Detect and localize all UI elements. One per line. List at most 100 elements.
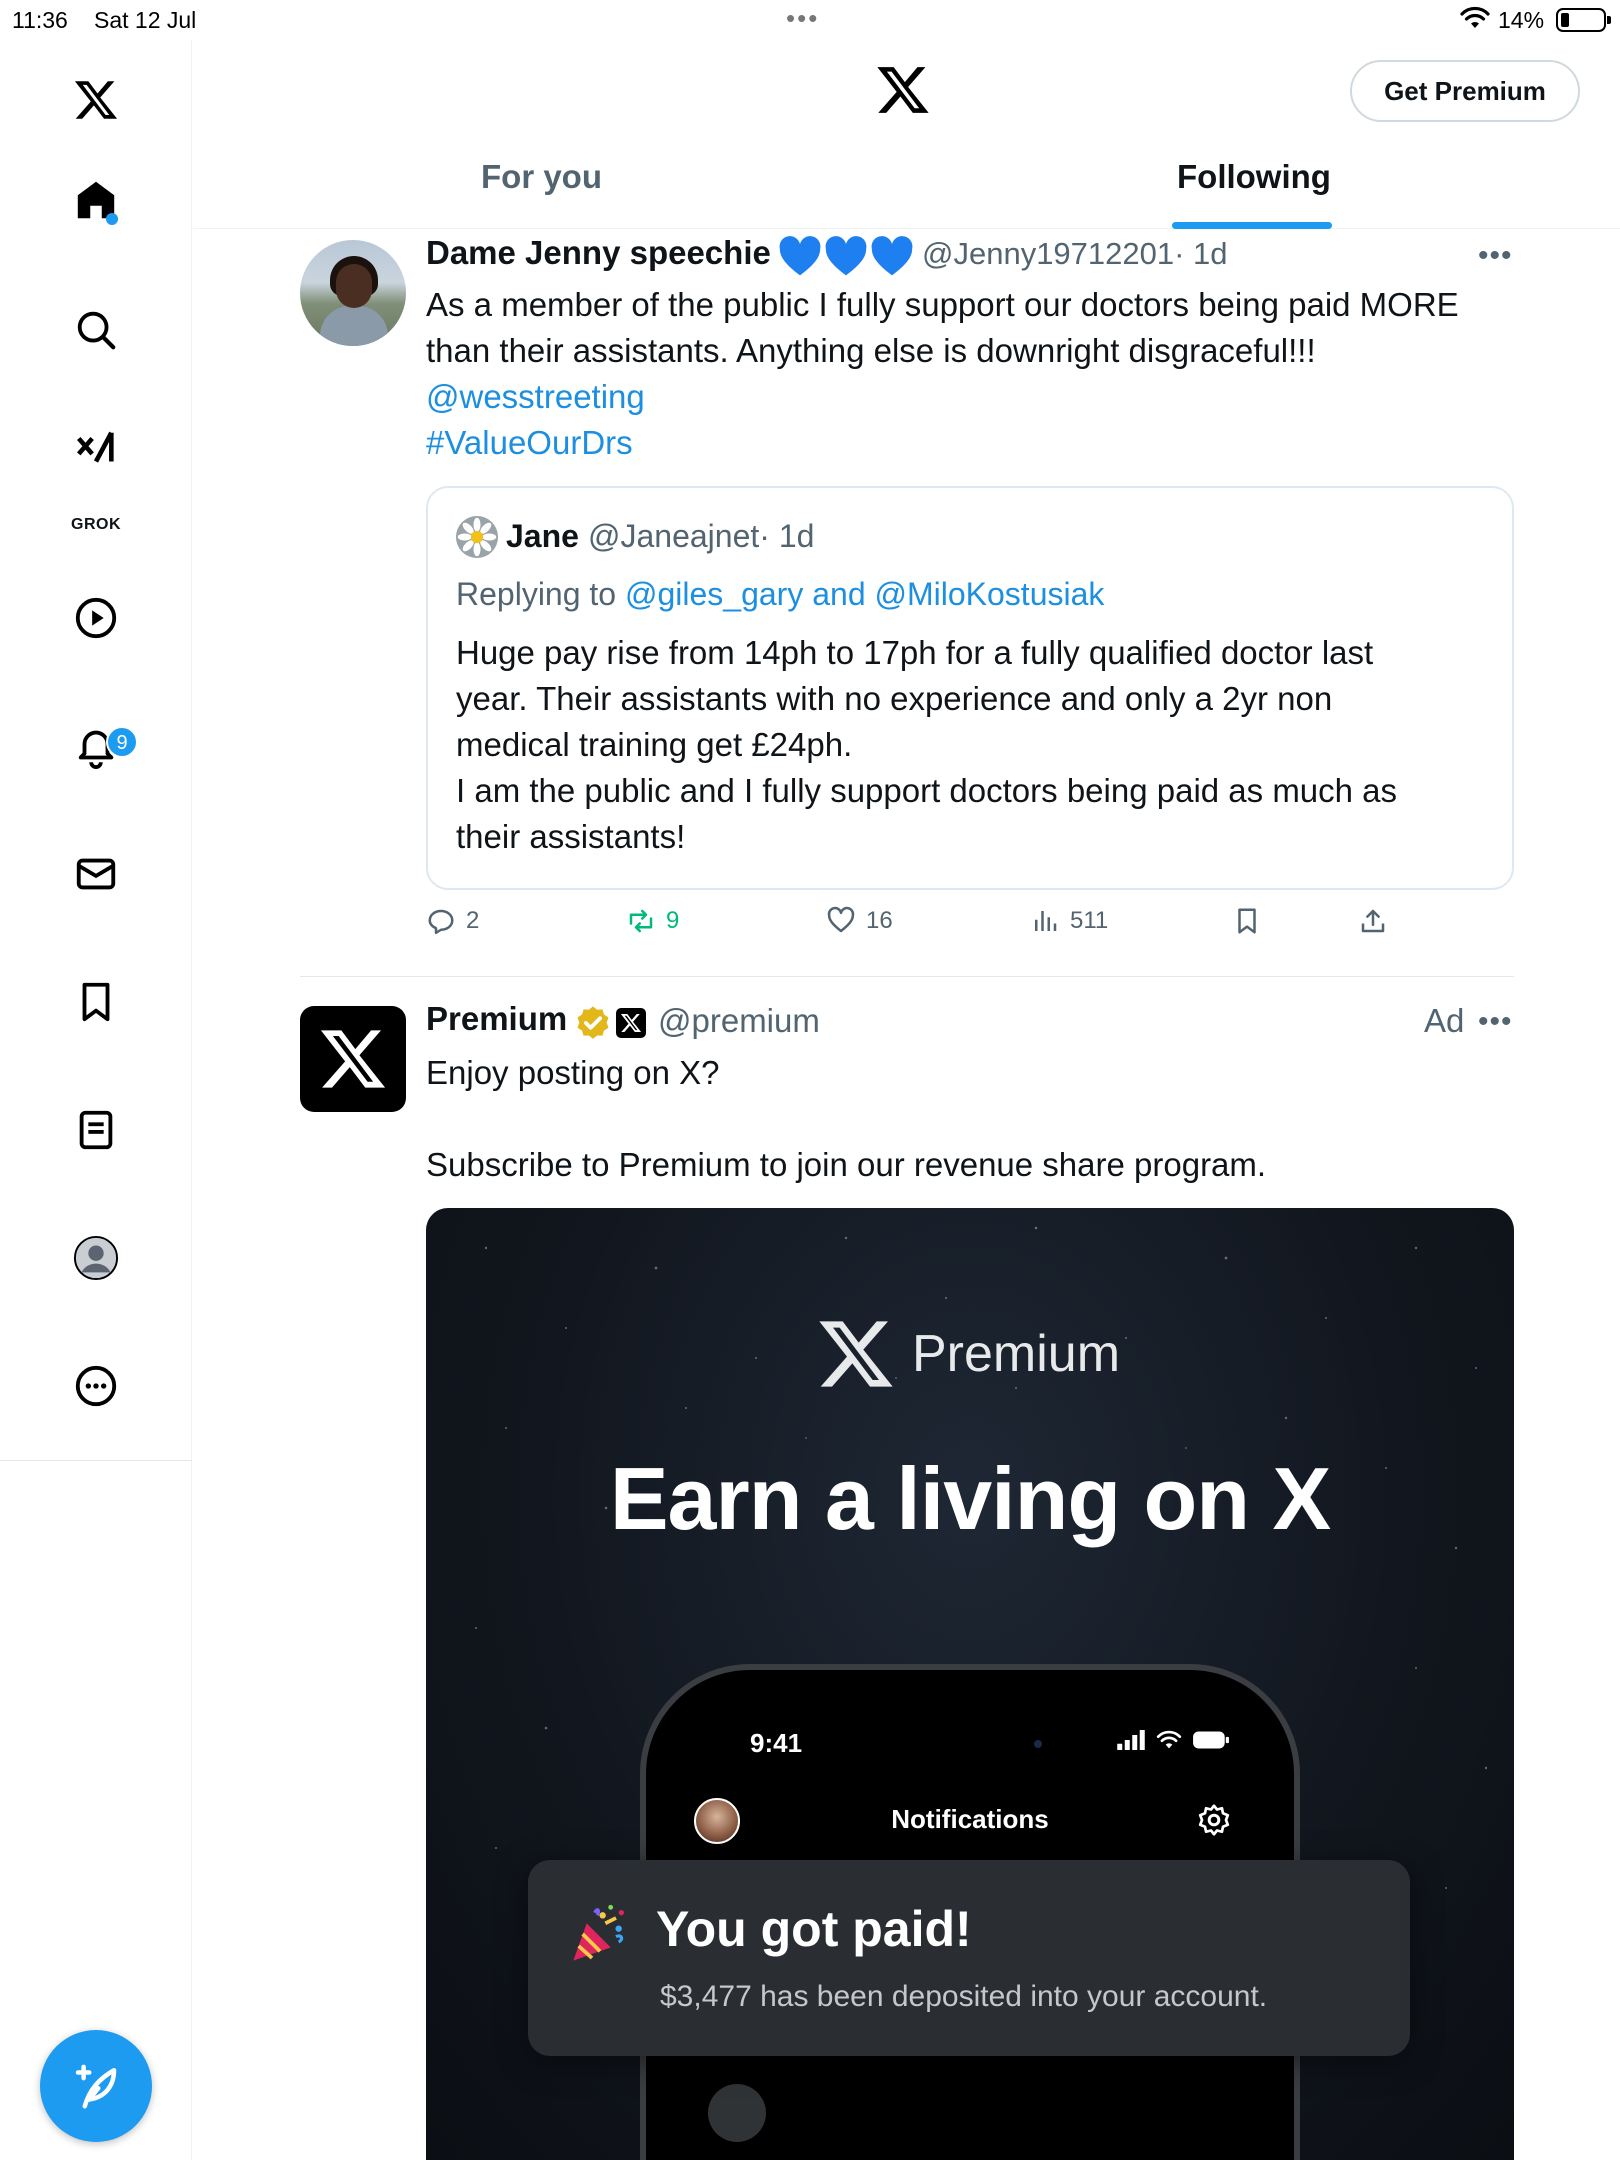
quoted-text-line: medical training get £24ph. <box>456 726 853 763</box>
blue-heart-icon <box>871 236 913 276</box>
tweet-author-handle[interactable]: @Jenny19712201· 1d <box>922 236 1228 272</box>
toast-title: You got paid! <box>656 1901 972 1957</box>
daisy-avatar-icon <box>456 516 498 558</box>
gear-icon <box>1198 1804 1230 1836</box>
tweet-text-line: As a member of the public I fully suppor… <box>426 286 1459 323</box>
compose-button[interactable] <box>40 2030 152 2142</box>
more-icon[interactable] <box>66 1356 126 1416</box>
party-popper-icon <box>573 1904 624 1961</box>
messages-mail-icon[interactable] <box>66 844 126 904</box>
tweet-author-name[interactable]: Premium <box>426 1000 567 1038</box>
wifi-icon <box>1156 1730 1182 1749</box>
quoted-text-line: I am the public and I fully support doct… <box>456 772 1398 809</box>
more-options-icon[interactable]: ••• <box>1478 1007 1513 1037</box>
battery-icon <box>1193 1731 1229 1749</box>
active-tab-indicator <box>1172 222 1332 229</box>
quoted-text-line: year. Their assistants with no experienc… <box>456 680 1333 717</box>
x-logo-icon[interactable] <box>66 70 126 130</box>
quoted-handle-text: @Janeajnet <box>588 518 760 554</box>
avatar[interactable] <box>300 240 406 346</box>
lists-icon[interactable] <box>66 1100 126 1160</box>
avatar[interactable] <box>300 1006 406 1112</box>
status-date: Sat 12 Jul <box>94 7 197 33</box>
tweet-author-name[interactable]: Dame Jenny speechie <box>426 234 771 272</box>
replying-to-line: Replying to @giles_gary and @MiloKostusi… <box>456 576 1104 613</box>
ad-headline: Earn a living on X <box>609 1449 1331 1548</box>
video-play-icon[interactable] <box>66 588 126 648</box>
premium-brand-label: Premium <box>912 1325 1121 1383</box>
tweet-text-line: Subscribe to Premium to join our revenue… <box>426 1146 1267 1183</box>
get-premium-button[interactable]: Get Premium <box>1350 60 1580 122</box>
toast-body: $3,477 has been deposited into your acco… <box>660 1980 1268 2013</box>
wifi-icon <box>1460 6 1490 28</box>
quoted-tweet-text: Huge pay rise from 14ph to 17ph for a fu… <box>456 630 1486 860</box>
reply-count: 2 <box>466 907 480 934</box>
quoted-author-handle[interactable]: @Janeajnet· 1d <box>588 518 814 555</box>
blue-heart-icon <box>779 236 821 276</box>
home-unread-dot <box>106 213 118 225</box>
share-button[interactable] <box>1358 906 1388 936</box>
share-upload-icon <box>1361 909 1385 933</box>
tab-following[interactable]: Following <box>1177 158 1331 196</box>
status-time: 11:36 <box>12 7 68 33</box>
blue-heart-icon <box>825 236 867 276</box>
handle-text: @Jenny19712201 <box>922 236 1175 271</box>
tweet-text-line: than their assistants. Anything else is … <box>426 332 1316 369</box>
hashtag-link[interactable]: #ValueOurDrs <box>426 420 633 466</box>
profile-avatar-icon[interactable] <box>66 1228 126 1288</box>
reply-icon <box>428 909 454 935</box>
like-button[interactable]: 16 <box>826 906 893 936</box>
battery-icon <box>1556 8 1611 32</box>
quoted-tweet-card[interactable]: Jane @Janeajnet· 1d Replying to @giles_g… <box>426 486 1514 890</box>
timeline-header: Get Premium For you Following <box>193 40 1620 229</box>
tweet-author-handle[interactable]: @premium <box>658 1002 820 1040</box>
tweet-text-line: Enjoy posting on X? <box>426 1054 720 1091</box>
replying-to-users[interactable]: @giles_gary and @MiloKostusiak <box>625 576 1104 612</box>
blue-hearts-emoji <box>778 236 914 278</box>
quoted-tweet-time: · 1d <box>759 518 815 554</box>
phone-notifications-title: Notifications <box>891 1804 1049 1834</box>
ad-label: Ad <box>1424 1002 1465 1039</box>
views-chart-icon <box>1035 911 1057 931</box>
grok-label: GROK <box>71 516 121 533</box>
verified-badge-icon <box>577 1006 609 1039</box>
bookmark-button[interactable] <box>1232 906 1262 936</box>
phone-status-icons <box>1116 1730 1230 1750</box>
quoted-text-line: their assistants! <box>456 818 686 855</box>
x-logo-icon <box>819 1321 893 1387</box>
repost-count: 9 <box>666 907 680 934</box>
status-bar: 11:36 Sat 12 Jul ••• 14% <box>0 0 1620 40</box>
grok-icon[interactable] <box>66 420 126 480</box>
phone-time: 9:41 <box>750 1728 803 1758</box>
ad-media-card[interactable]: Premium Earn a living on X 9:41 Notifica… <box>426 1208 1514 2160</box>
like-count: 16 <box>866 907 893 934</box>
notifications-badge: 9 <box>106 726 138 758</box>
multitasking-dots-icon[interactable]: ••• <box>786 5 819 31</box>
phone-camera <box>1034 1740 1042 1748</box>
quoted-text-line: Huge pay rise from 14ph to 17ph for a fu… <box>456 634 1374 671</box>
battery-percent: 14% <box>1498 7 1545 33</box>
bookmark-icon[interactable] <box>66 972 126 1032</box>
sidebar-nav: GROK 9 <box>0 40 192 2160</box>
sidebar-divider <box>0 1460 192 1461</box>
tab-for-you[interactable]: For you <box>481 158 602 196</box>
tweet-actions: 2 9 16 511 <box>426 906 1516 946</box>
repost-button[interactable]: 9 <box>626 906 679 936</box>
bookmark-icon <box>1238 908 1256 934</box>
views-count: 511 <box>1070 907 1109 934</box>
compose-feather-icon <box>75 2064 117 2109</box>
paid-notification-toast: You got paid! $3,477 has been deposited … <box>528 1860 1410 2056</box>
mention-link[interactable]: @wesstreeting <box>426 374 645 420</box>
x-logo-icon <box>320 1030 386 1088</box>
search-icon[interactable] <box>66 300 126 360</box>
phone-placeholder-avatar <box>708 2084 766 2142</box>
tweet-time[interactable]: · 1d <box>1174 236 1227 271</box>
x-premium-logo: Premium <box>816 1314 1120 1394</box>
x-logo-icon[interactable] <box>875 62 931 118</box>
quoted-author-name[interactable]: Jane <box>506 518 579 555</box>
views-button[interactable]: 511 <box>1030 906 1108 936</box>
reply-button[interactable]: 2 <box>426 906 479 936</box>
like-heart-icon <box>827 906 855 933</box>
signal-icon <box>1117 1730 1145 1750</box>
more-options-icon[interactable]: ••• <box>1478 241 1513 271</box>
